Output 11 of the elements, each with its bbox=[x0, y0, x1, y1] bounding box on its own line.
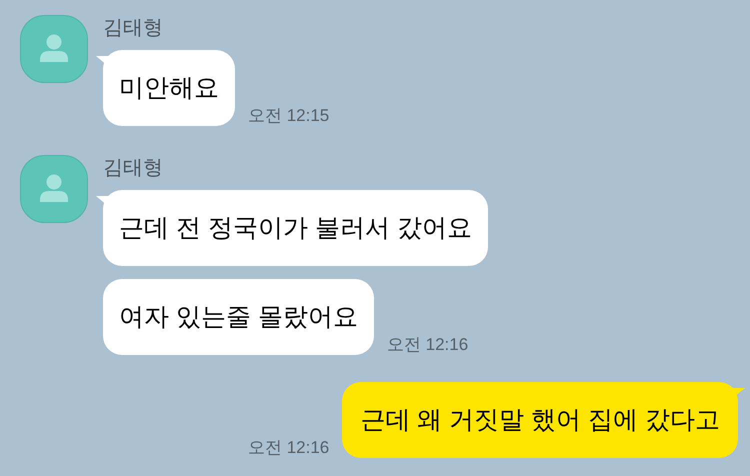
message-time: 오전 12:15 bbox=[248, 106, 330, 126]
message-time: 오전 12:16 bbox=[248, 438, 330, 458]
message-bubble[interactable]: 근데 전 정국이가 불러서 갔어요 bbox=[103, 190, 488, 266]
message-bubble[interactable]: 여자 있는줄 몰랐어요 bbox=[103, 279, 374, 355]
avatar-icon[interactable] bbox=[20, 15, 88, 83]
message-bubble[interactable]: 근데 왜 거짓말 했어 집에 갔다고 bbox=[342, 382, 738, 458]
sender-name: 김태형 bbox=[103, 16, 164, 40]
message-bubble[interactable]: 미안해요 bbox=[103, 50, 235, 126]
message-time: 오전 12:16 bbox=[386, 335, 468, 355]
sender-name: 김태형 bbox=[103, 156, 164, 180]
avatar-icon[interactable] bbox=[20, 155, 88, 223]
